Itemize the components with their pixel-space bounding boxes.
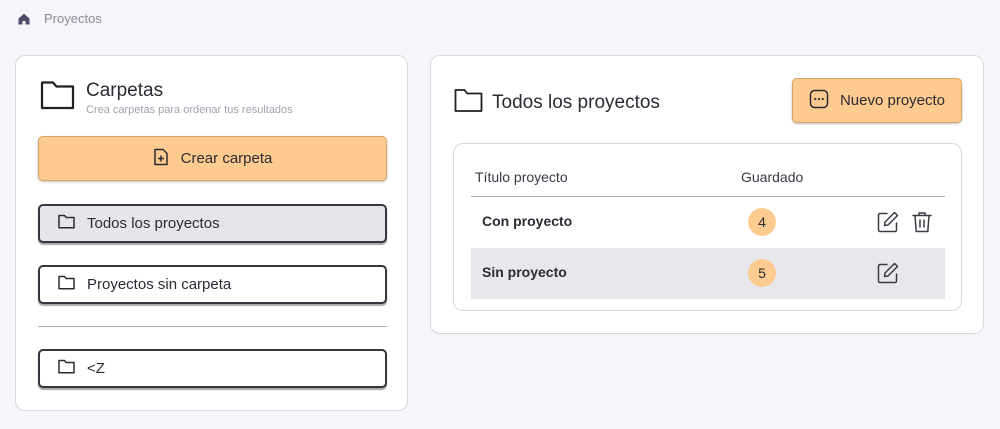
projects-title: Todos los proyectos — [492, 92, 660, 113]
trash-icon[interactable] — [911, 210, 933, 239]
breadcrumb: Proyectos — [17, 11, 102, 26]
projects-table: Título proyecto Guardado Con proyecto 4 — [453, 143, 962, 311]
column-header-saved: Guardado — [741, 169, 804, 185]
create-folder-label: Crear carpeta — [180, 150, 273, 167]
folder-item-label: Proyectos sin carpeta — [87, 276, 232, 293]
folder-icon — [40, 79, 76, 116]
saved-count-badge: 4 — [748, 208, 776, 236]
folder-icon — [58, 275, 75, 294]
edit-icon[interactable] — [876, 210, 900, 239]
create-folder-button[interactable]: Crear carpeta — [38, 136, 387, 181]
projects-panel: Todos los proyectos Nuevo proyecto Títul… — [430, 55, 984, 334]
folder-item-no-folder[interactable]: Proyectos sin carpeta — [38, 265, 387, 304]
folders-subtitle: Crea carpetas para ordenar tus resultado… — [86, 104, 293, 116]
project-name[interactable]: Sin proyecto — [482, 264, 567, 280]
folder-icon — [58, 214, 75, 233]
projects-header: Todos los proyectos — [454, 88, 660, 118]
column-header-title: Título proyecto — [475, 169, 568, 185]
folders-panel: Carpetas Crea carpetas para ordenar tus … — [15, 55, 408, 411]
more-horizontal-icon — [809, 89, 829, 113]
folder-item-custom[interactable]: <Z — [38, 349, 387, 388]
folder-item-label: <Z — [87, 360, 105, 377]
edit-icon[interactable] — [876, 261, 900, 290]
project-name[interactable]: Con proyecto — [482, 213, 572, 229]
folder-item-label: Todos los proyectos — [87, 215, 220, 232]
saved-count-badge: 5 — [748, 259, 776, 287]
folder-item-all-projects[interactable]: Todos los proyectos — [38, 204, 387, 243]
table-row[interactable]: Con proyecto 4 — [471, 197, 945, 248]
breadcrumb-current[interactable]: Proyectos — [44, 11, 102, 26]
folder-icon — [58, 359, 75, 378]
folders-header: Carpetas Crea carpetas para ordenar tus … — [40, 79, 293, 116]
folder-icon — [454, 88, 483, 118]
folders-title: Carpetas — [86, 80, 164, 101]
new-project-label: Nuevo proyecto — [839, 92, 946, 109]
folders-divider — [38, 326, 387, 327]
new-project-button[interactable]: Nuevo proyecto — [792, 78, 962, 123]
table-row[interactable]: Sin proyecto 5 — [471, 248, 945, 299]
file-plus-icon — [153, 148, 169, 170]
home-icon[interactable] — [17, 12, 31, 26]
